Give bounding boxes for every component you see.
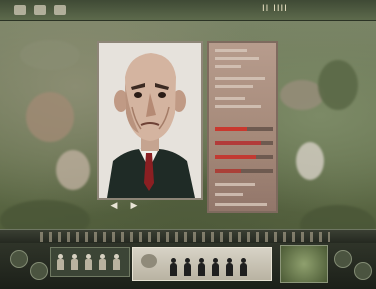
stat-name-line — [215, 65, 241, 68]
map-icon[interactable] — [34, 5, 46, 15]
unit-figure-icon[interactable] — [71, 254, 78, 270]
menu-icon[interactable] — [14, 5, 26, 15]
group-icon[interactable] — [141, 254, 157, 268]
mini-map[interactable] — [280, 245, 328, 283]
left-arrow-icon: ◀ — [110, 201, 118, 211]
selected-units-panel[interactable] — [132, 247, 272, 281]
skill-bar-fill — [215, 169, 242, 173]
unit-figure-icon[interactable] — [85, 254, 92, 270]
pawn-icon[interactable] — [183, 258, 192, 276]
stat-name-line — [215, 85, 253, 88]
terrain-patch — [296, 142, 324, 180]
unit-figure-icon[interactable] — [57, 254, 64, 270]
character-portrait-card — [97, 41, 203, 200]
stat-name-line — [215, 49, 247, 52]
pawn-icon[interactable] — [169, 258, 178, 276]
skill-bar — [215, 141, 273, 145]
pawn-icon[interactable] — [239, 258, 248, 276]
right-arrow-icon: ▶ — [130, 201, 138, 211]
game-screen: II IIII ◀ ▶ — [0, 0, 376, 289]
stat-name-line — [215, 105, 261, 108]
unit-roster-bar[interactable] — [50, 247, 130, 277]
resource-readout: II IIII — [262, 4, 288, 14]
terrain-patch — [20, 40, 80, 70]
hud-decoration — [40, 232, 330, 242]
left-round-button[interactable] — [10, 250, 28, 268]
character-stats-card — [207, 41, 278, 213]
info-icon[interactable] — [54, 5, 66, 15]
terrain-patch — [26, 92, 74, 142]
next-character-button[interactable]: ▶ — [126, 201, 142, 211]
pawn-icon[interactable] — [197, 258, 206, 276]
bottom-hud-band — [0, 229, 376, 244]
right-round-button[interactable] — [354, 262, 372, 280]
stat-name-line — [215, 183, 255, 186]
left-round-button[interactable] — [30, 262, 48, 280]
skill-bar — [215, 127, 273, 131]
stat-name-line — [215, 97, 245, 100]
right-round-button[interactable] — [334, 250, 352, 268]
stat-name-line — [215, 57, 259, 60]
top-hud-bar: II IIII — [0, 0, 376, 21]
character-portrait — [99, 43, 201, 198]
skill-bar-fill — [215, 127, 247, 131]
skill-bar — [215, 169, 273, 173]
skill-bar-fill — [215, 155, 256, 159]
unit-figure-icon[interactable] — [113, 254, 120, 270]
previous-character-button[interactable]: ◀ — [106, 201, 122, 211]
pawn-icon[interactable] — [225, 258, 234, 276]
skill-bar — [215, 155, 273, 159]
stat-name-line — [215, 203, 267, 206]
terrain-patch — [56, 150, 90, 190]
unit-figure-icon[interactable] — [99, 254, 106, 270]
terrain-patch — [318, 60, 358, 110]
stat-name-line — [215, 77, 265, 80]
pawn-icon[interactable] — [211, 258, 220, 276]
stat-name-line — [215, 193, 243, 196]
skill-bar-fill — [215, 141, 262, 145]
